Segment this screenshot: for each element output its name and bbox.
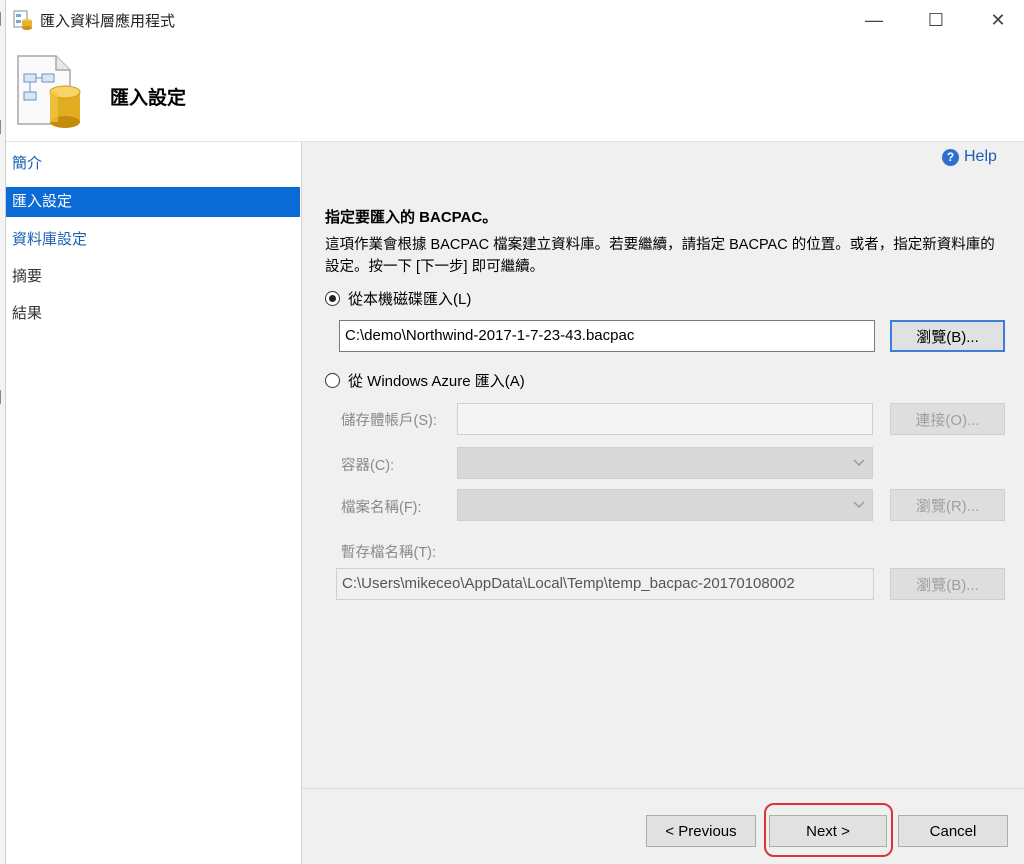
- browse-remote-button[interactable]: 瀏覽(R)...: [890, 489, 1005, 521]
- section-description: 這項作業會根據 BACPAC 檔案建立資料庫。若要繼續，請指定 BACPAC 的…: [325, 237, 995, 275]
- bacpac-path-input[interactable]: C:\demo\Northwind-2017-1-7-23-43.bacpac: [339, 320, 875, 352]
- previous-button[interactable]: < Previous: [646, 815, 756, 847]
- temp-filename-label: 暫存檔名稱(T):: [341, 545, 437, 561]
- browse-temp-button[interactable]: 瀏覽(B)...: [890, 568, 1005, 600]
- minimize-button[interactable]: —: [846, 0, 902, 40]
- chevron-down-icon: [853, 501, 865, 509]
- page-title: 匯入設定: [110, 88, 187, 109]
- radio-import-azure[interactable]: 從 Windows Azure 匯入(A): [325, 370, 525, 391]
- nav-item-import-settings[interactable]: 匯入設定: [6, 187, 300, 217]
- container-dropdown[interactable]: [457, 447, 873, 479]
- help-icon: ?: [942, 148, 959, 166]
- window-title: 匯入資料層應用程式: [40, 13, 176, 30]
- temp-filename-input[interactable]: C:\Users\mikeceo\AppData\Local\Temp\temp…: [336, 568, 874, 600]
- nav-item-database-settings[interactable]: 資料庫設定: [6, 225, 300, 255]
- browse-local-button[interactable]: 瀏覽(B)...: [890, 320, 1005, 352]
- cancel-button[interactable]: Cancel: [898, 815, 1008, 847]
- next-button-highlight-annotation: [764, 803, 893, 857]
- section-title: 指定要匯入的 BACPAC。: [325, 209, 498, 226]
- filename-label: 檔案名稱(F):: [341, 500, 422, 516]
- radio-import-local-label: 從本機磁碟匯入(L): [348, 291, 472, 308]
- help-label: Help: [964, 148, 997, 165]
- filename-dropdown[interactable]: [457, 489, 873, 521]
- footer-divider: [302, 788, 1024, 789]
- radio-selected-icon[interactable]: [325, 291, 340, 306]
- storage-account-input[interactable]: [457, 403, 873, 435]
- maximize-button[interactable]: ☐: [908, 0, 964, 40]
- nav-item-results: 結果: [12, 305, 43, 322]
- radio-import-local[interactable]: 從本機磁碟匯入(L): [325, 288, 471, 309]
- radio-unselected-icon[interactable]: [325, 373, 340, 388]
- close-button[interactable]: ✕: [970, 0, 1024, 40]
- help-link[interactable]: ? Help: [942, 148, 997, 166]
- connect-button[interactable]: 連接(O)...: [890, 403, 1005, 435]
- app-icon: [12, 9, 34, 31]
- radio-import-azure-label: 從 Windows Azure 匯入(A): [348, 373, 525, 390]
- nav-item-summary: 摘要: [12, 268, 43, 285]
- chevron-down-icon: [853, 459, 865, 467]
- storage-account-label: 儲存體帳戶(S):: [341, 413, 437, 429]
- nav-item-intro[interactable]: 簡介: [6, 149, 300, 179]
- import-database-icon: [12, 52, 92, 132]
- container-label: 容器(C):: [341, 458, 395, 474]
